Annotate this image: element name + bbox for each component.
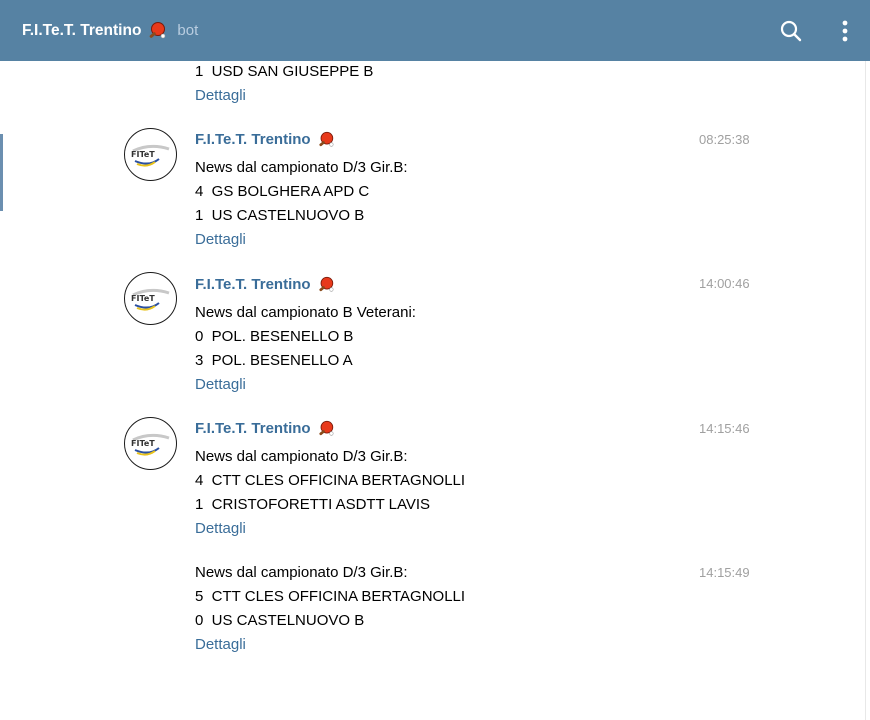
- search-icon[interactable]: [780, 20, 802, 42]
- message-time: 14:15:49: [699, 565, 750, 580]
- logo-text: FITeT: [131, 150, 155, 159]
- avatar[interactable]: FITeT: [124, 417, 177, 470]
- message-line: 0 POL. BESENELLO B: [195, 328, 354, 345]
- ping-pong-icon: [147, 21, 167, 41]
- chat-subtitle: bot: [177, 22, 199, 39]
- chat-title[interactable]: F.I.Te.T. Trentino: [22, 22, 141, 40]
- details-link[interactable]: Dettagli: [195, 228, 246, 252]
- message-line: News dal campionato B Veterani:: [195, 304, 416, 321]
- message-line: News dal campionato D/3 Gir.B:: [195, 159, 408, 176]
- details-link[interactable]: Dettagli: [195, 517, 246, 541]
- header-actions: [780, 0, 848, 61]
- message-time: 14:15:46: [699, 421, 750, 436]
- ping-pong-icon: [318, 276, 334, 292]
- message-line: 1 CRISTOFORETTI ASDTT LAVIS: [195, 496, 431, 513]
- message-line: 1 US CASTELNUOVO B: [195, 207, 365, 224]
- message-time: 08:25:38: [699, 132, 750, 147]
- message-sender[interactable]: F.I.Te.T. Trentino: [195, 417, 335, 441]
- sender-name: F.I.Te.T. Trentino: [195, 276, 311, 293]
- more-options-icon[interactable]: [842, 20, 848, 42]
- scrollbar[interactable]: [865, 61, 870, 720]
- ping-pong-icon: [318, 420, 334, 436]
- logo-text: FITeT: [131, 439, 155, 448]
- chat-header: F.I.Te.T. Trentino bot: [0, 0, 870, 61]
- message-line: 1 USD SAN GIUSEPPE B: [195, 63, 374, 80]
- selected-message-indicator: [0, 134, 3, 211]
- message-line: 0 US CASTELNUOVO B: [195, 612, 365, 629]
- message-line: 3 POL. BESENELLO A: [195, 352, 353, 369]
- logo-text: FITeT: [131, 294, 155, 303]
- message-sender[interactable]: F.I.Te.T. Trentino: [195, 273, 335, 297]
- details-link[interactable]: Dettagli: [195, 633, 246, 657]
- avatar[interactable]: FITeT: [124, 272, 177, 325]
- message-line: 4 GS BOLGHERA APD C: [195, 183, 370, 200]
- details-link[interactable]: Dettagli: [195, 84, 246, 108]
- message-line: 4 CTT CLES OFFICINA BERTAGNOLLI: [195, 472, 466, 489]
- message-line: 5 CTT CLES OFFICINA BERTAGNOLLI: [195, 588, 466, 605]
- sender-name: F.I.Te.T. Trentino: [195, 131, 311, 148]
- sender-name: F.I.Te.T. Trentino: [195, 420, 311, 437]
- avatar[interactable]: FITeT: [124, 128, 177, 181]
- message-sender[interactable]: F.I.Te.T. Trentino: [195, 128, 335, 152]
- message-line: News dal campionato D/3 Gir.B:: [195, 448, 408, 465]
- message-time: 14:00:46: [699, 276, 750, 291]
- message-line: News dal campionato D/3 Gir.B:: [195, 564, 408, 581]
- ping-pong-icon: [318, 131, 334, 147]
- details-link[interactable]: Dettagli: [195, 373, 246, 397]
